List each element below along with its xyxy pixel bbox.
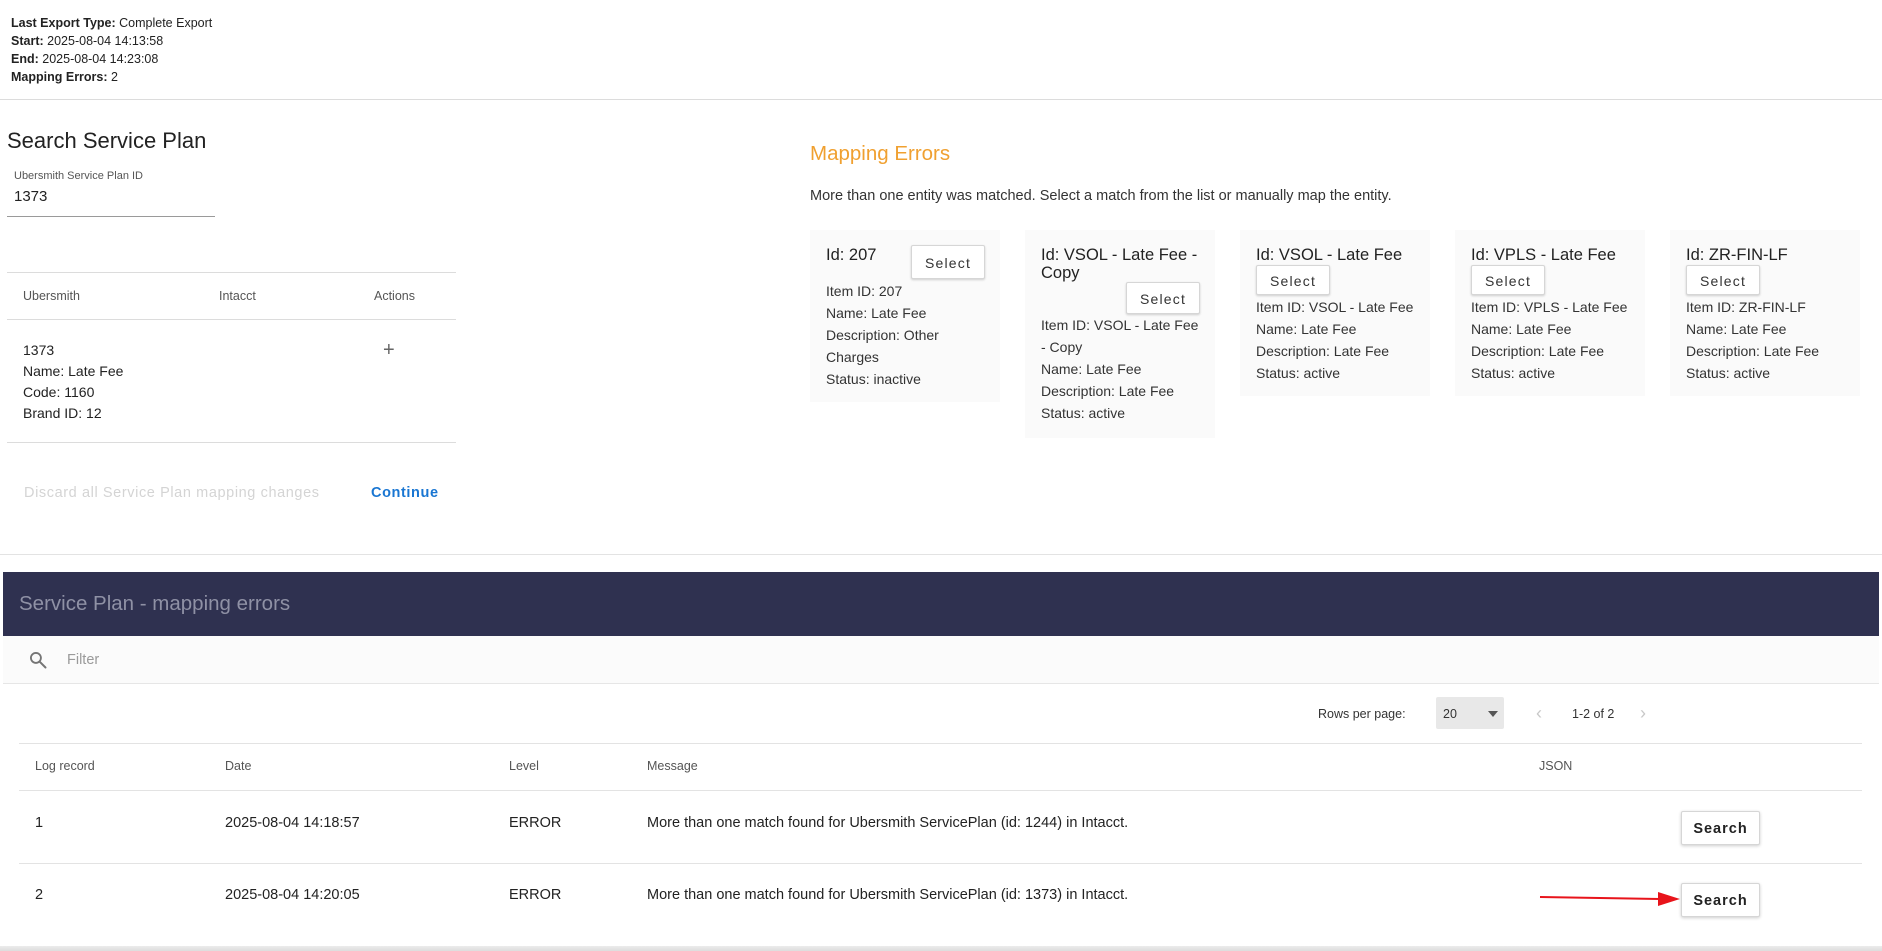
service-plan-brand: Brand ID: 12 bbox=[23, 405, 102, 421]
page-range: 1-2 of 2 bbox=[1572, 707, 1615, 721]
card-line: Name: Late Fee bbox=[1256, 321, 1357, 337]
card-line: Name: Late Fee bbox=[826, 305, 927, 321]
filter-input[interactable] bbox=[67, 652, 467, 668]
select-button[interactable]: Select bbox=[1256, 265, 1330, 295]
select-button[interactable]: Select bbox=[1126, 282, 1200, 314]
card-line: Item ID: 207 bbox=[826, 283, 903, 299]
card-line: Item ID: VPLS - Late Fee bbox=[1471, 299, 1628, 315]
card-title-line: Id: VSOL - Late Fee - bbox=[1041, 246, 1198, 264]
match-card-title: Id: VSOL - Late Fee bbox=[1256, 246, 1403, 264]
export-errors-line: Mapping Errors: 2 bbox=[11, 70, 118, 84]
discard-changes-button[interactable]: Discard all Service Plan mapping changes bbox=[24, 485, 320, 501]
card-line: Description: Late Fee bbox=[1256, 343, 1390, 359]
divider bbox=[19, 743, 1862, 744]
select-button[interactable]: Select bbox=[1686, 265, 1760, 295]
card-line: Description: Late Fee bbox=[1471, 343, 1605, 359]
divider bbox=[19, 790, 1862, 791]
match-card-details: Item ID: ZR-FIN-LF Name: Late Fee Descri… bbox=[1686, 296, 1819, 384]
column-header-message: Message bbox=[647, 759, 698, 773]
page-bottom-edge bbox=[0, 946, 1882, 951]
mapping-errors-title: Mapping Errors bbox=[810, 142, 951, 165]
log-record-cell: 1 bbox=[35, 815, 44, 831]
select-button[interactable]: Select bbox=[911, 245, 985, 279]
column-header-intacct: Intacct bbox=[219, 289, 256, 303]
divider bbox=[0, 99, 1882, 100]
continue-button[interactable]: Continue bbox=[371, 485, 439, 501]
card-line: Item ID: VSOL - Late Fee bbox=[1041, 317, 1199, 333]
match-card-title: Id: VPLS - Late Fee bbox=[1471, 246, 1616, 264]
divider bbox=[7, 442, 456, 443]
export-type-line: Last Export Type: Complete Export bbox=[11, 16, 213, 30]
grid-title: Service Plan - mapping errors bbox=[19, 592, 291, 615]
divider bbox=[19, 863, 1862, 864]
annotation-arrow-icon bbox=[1539, 892, 1680, 906]
message-cell: More than one match found for Ubersmith … bbox=[647, 887, 1129, 903]
match-card-details: Item ID: VSOL - Late Fee - Copy Name: La… bbox=[1041, 314, 1198, 424]
card-line: Description: Late Fee bbox=[1686, 343, 1820, 359]
select-button[interactable]: Select bbox=[1471, 265, 1545, 295]
chevron-left-icon[interactable]: ‹ bbox=[1536, 703, 1542, 724]
match-card-title: Id: VSOL - Late Fee - Copy bbox=[1041, 246, 1197, 282]
rows-per-page-value: 20 bbox=[1443, 707, 1457, 721]
card-line: Item ID: ZR-FIN-LF bbox=[1686, 299, 1806, 315]
column-header-date: Date bbox=[225, 759, 252, 773]
service-plan-name: Name: Late Fee bbox=[23, 363, 124, 379]
divider bbox=[0, 554, 1882, 555]
match-card-details: Item ID: 207 Name: Late Fee Description:… bbox=[826, 280, 939, 390]
chevron-right-icon[interactable]: › bbox=[1640, 703, 1646, 724]
export-end-line: End: 2025-08-04 14:23:08 bbox=[11, 52, 159, 66]
add-mapping-icon[interactable]: + bbox=[383, 339, 395, 362]
card-line: Status: active bbox=[1471, 365, 1556, 381]
service-plan-id: 1373 bbox=[23, 342, 55, 358]
level-cell: ERROR bbox=[509, 887, 562, 903]
match-card-title: Id: 207 bbox=[826, 246, 877, 264]
input-underline bbox=[7, 216, 215, 217]
search-json-button[interactable]: Search bbox=[1681, 811, 1760, 845]
column-header-ubersmith: Ubersmith bbox=[23, 289, 80, 303]
export-info: Last Export Type: Complete Export Start:… bbox=[11, 14, 212, 86]
card-line: Status: active bbox=[1686, 365, 1771, 381]
search-panel-title: Search Service Plan bbox=[7, 128, 207, 153]
card-line: Description: Other bbox=[826, 327, 939, 343]
column-header-log-record: Log record bbox=[35, 759, 95, 773]
service-plan-id-input[interactable] bbox=[14, 188, 214, 205]
search-json-button[interactable]: Search bbox=[1681, 883, 1760, 917]
service-plan-row: 1373 Name: Late Fee Code: 1160 Brand ID:… bbox=[23, 340, 123, 424]
level-cell: ERROR bbox=[509, 815, 562, 831]
date-cell: 2025-08-04 14:20:05 bbox=[225, 887, 360, 903]
date-cell: 2025-08-04 14:18:57 bbox=[225, 815, 360, 831]
card-line: Name: Late Fee bbox=[1686, 321, 1787, 337]
service-plan-id-label: Ubersmith Service Plan ID bbox=[14, 170, 143, 182]
card-line: Status: active bbox=[1256, 365, 1341, 381]
log-record-cell: 2 bbox=[35, 887, 44, 903]
search-icon bbox=[29, 652, 47, 669]
match-card-title: Id: ZR-FIN-LF bbox=[1686, 246, 1788, 264]
column-header-json: JSON bbox=[1539, 759, 1573, 773]
export-start-line: Start: 2025-08-04 14:13:58 bbox=[11, 34, 164, 48]
rows-per-page-label: Rows per page: bbox=[1318, 707, 1406, 721]
card-line: Status: inactive bbox=[826, 371, 921, 387]
card-line: Item ID: VSOL - Late Fee bbox=[1256, 299, 1414, 315]
caret-down-icon bbox=[1488, 711, 1498, 717]
divider bbox=[7, 319, 456, 320]
divider bbox=[7, 272, 456, 273]
card-line: Status: active bbox=[1041, 405, 1126, 421]
card-line: Name: Late Fee bbox=[1041, 361, 1142, 377]
column-header-level: Level bbox=[509, 759, 539, 773]
card-title-line: Copy bbox=[1041, 264, 1080, 282]
card-line: Name: Late Fee bbox=[1471, 321, 1572, 337]
match-card-details: Item ID: VPLS - Late Fee Name: Late Fee … bbox=[1471, 296, 1627, 384]
message-cell: More than one match found for Ubersmith … bbox=[647, 815, 1129, 831]
match-card-details: Item ID: VSOL - Late Fee Name: Late Fee … bbox=[1256, 296, 1413, 384]
service-plan-code: Code: 1160 bbox=[23, 384, 95, 400]
card-line: - Copy bbox=[1041, 339, 1083, 355]
mapping-errors-description: More than one entity was matched. Select… bbox=[810, 188, 1392, 204]
card-line: Description: Late Fee bbox=[1041, 383, 1175, 399]
column-header-actions: Actions bbox=[374, 289, 415, 303]
card-line: Charges bbox=[826, 349, 879, 365]
